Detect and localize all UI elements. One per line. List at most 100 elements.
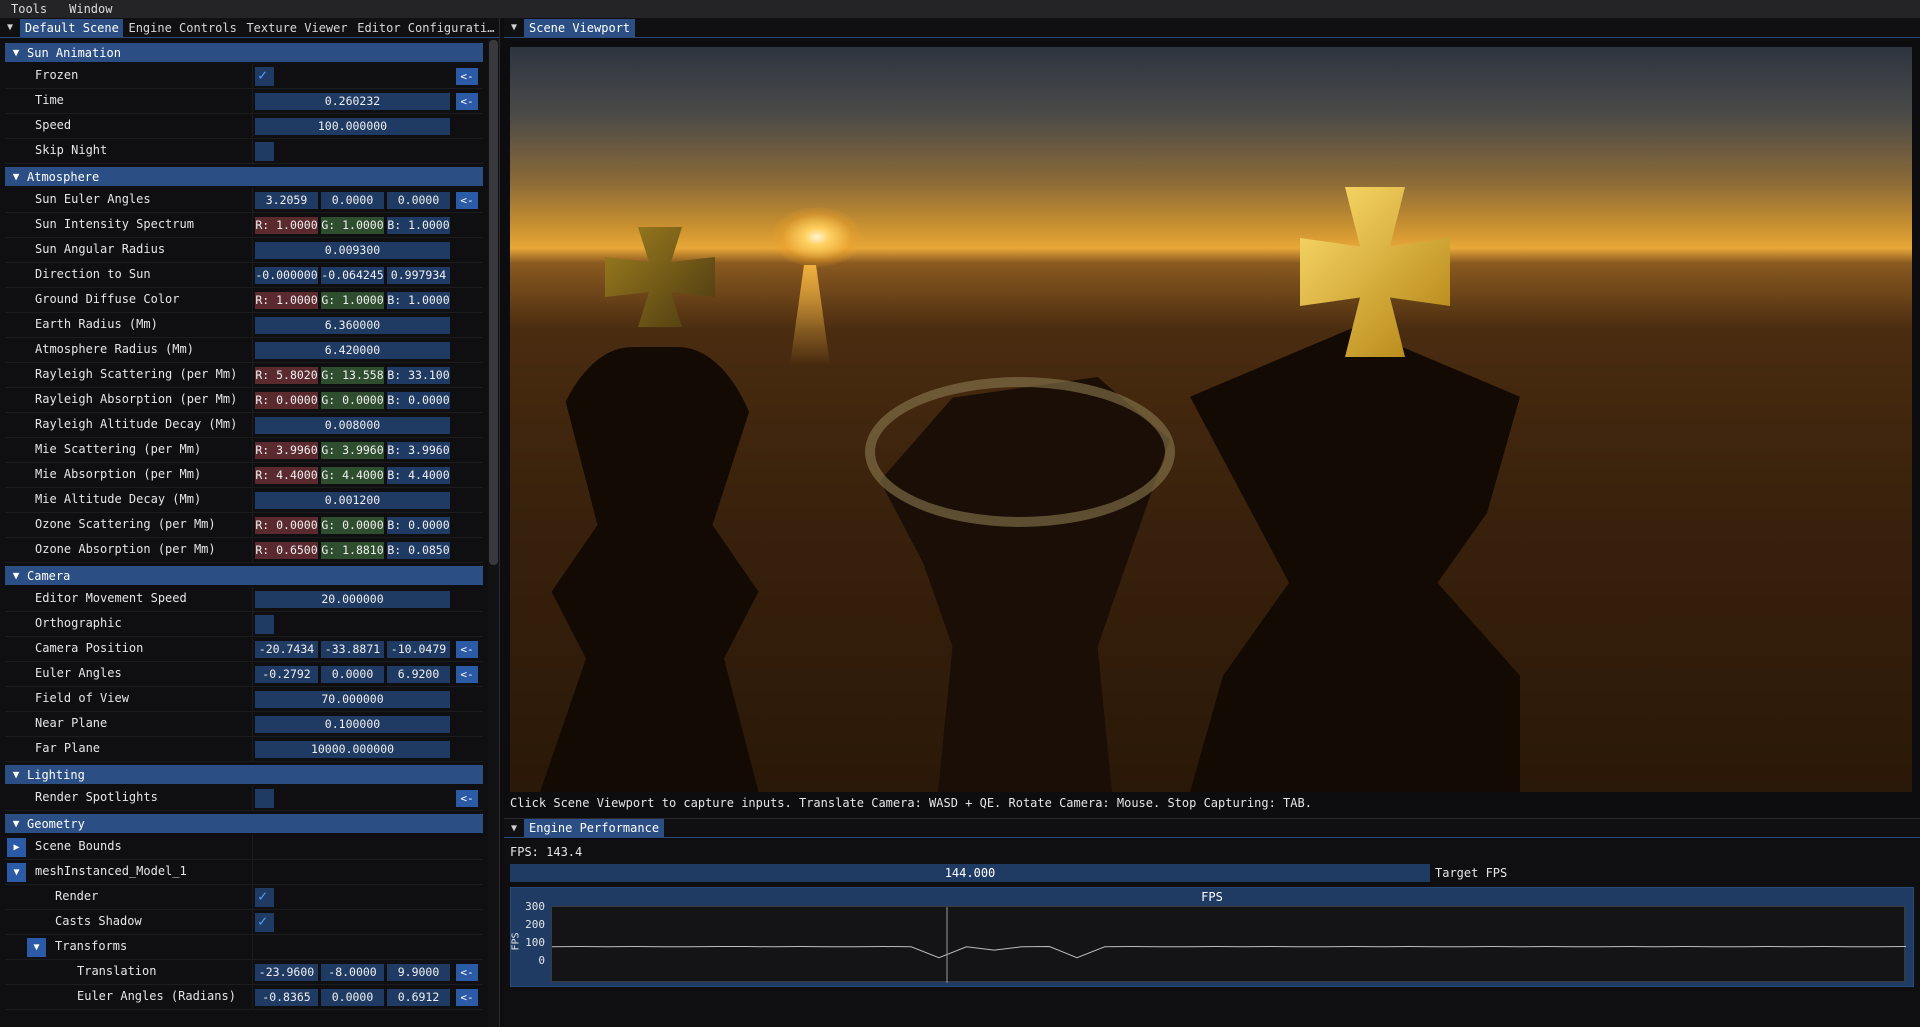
orthographic-checkbox[interactable]	[255, 614, 274, 634]
window-menu-icon[interactable]: ▼	[504, 823, 524, 834]
section-lighting[interactable]: ▼ Lighting	[5, 765, 483, 784]
erad-y-field[interactable]: 0.0000	[321, 988, 384, 1006]
scrollbar-thumb[interactable]	[489, 40, 498, 565]
row-label: Time	[5, 89, 253, 113]
value-field[interactable]: -0.064245	[321, 266, 384, 284]
value-field[interactable]: R: 1.0000	[255, 216, 318, 234]
value-field[interactable]: B: 4.4000	[387, 466, 450, 484]
render-checkbox[interactable]: ✓	[255, 887, 274, 907]
row-label: meshInstanced_Model_1	[5, 860, 253, 884]
movement-speed-field[interactable]: 20.000000	[255, 590, 450, 608]
reset-button[interactable]: <-	[456, 640, 478, 658]
tab-scene-viewport[interactable]: Scene Viewport	[524, 18, 636, 37]
tab-default-scene[interactable]: Default Scene	[19, 18, 124, 37]
menu-window[interactable]: Window	[58, 2, 123, 16]
reset-button[interactable]: <-	[456, 92, 478, 110]
value-field[interactable]: G: 1.8810	[321, 541, 384, 559]
value-field[interactable]: 0.0000	[321, 191, 384, 209]
skip-night-checkbox[interactable]	[255, 141, 274, 161]
fps-graph: FPS FPS 300 200 100 0	[510, 887, 1914, 987]
casts-shadow-checkbox[interactable]: ✓	[255, 912, 274, 932]
menu-tools[interactable]: Tools	[0, 2, 58, 16]
value-field[interactable]: G: 0.0000	[321, 516, 384, 534]
tab-texture-viewer[interactable]: Texture Viewer	[241, 19, 352, 37]
value-field[interactable]: 0.0000	[387, 191, 450, 209]
value-field[interactable]: B: 0.0000	[387, 516, 450, 534]
value-field[interactable]: 0.997934	[387, 266, 450, 284]
value-field[interactable]: G: 1.0000	[321, 216, 384, 234]
value-field[interactable]: 6.420000	[255, 341, 450, 359]
euler-x-field[interactable]: -0.2792	[255, 665, 318, 683]
speed-field[interactable]: 100.000000	[255, 117, 450, 135]
section-atmosphere[interactable]: ▼ Atmosphere	[5, 167, 483, 186]
pos-x-field[interactable]: -20.7434	[255, 640, 318, 658]
value-field[interactable]: R: 4.4000	[255, 466, 318, 484]
row-atmosphere: Ground Diffuse Color R: 1.0000 G: 1.0000 B:…	[5, 288, 483, 313]
row-skip-night: Skip Night	[5, 139, 483, 164]
value-field[interactable]: -0.000000	[255, 266, 318, 284]
fov-field[interactable]: 70.000000	[255, 690, 450, 708]
value-field[interactable]: G: 4.4000	[321, 466, 384, 484]
erad-x-field[interactable]: -0.8365	[255, 988, 318, 1006]
reset-button[interactable]: <-	[456, 191, 478, 209]
reset-button[interactable]: <-	[456, 988, 478, 1006]
section-title: Atmosphere	[27, 169, 100, 184]
value-field[interactable]: B: 33.100	[387, 366, 450, 384]
tab-engine-controls[interactable]: Engine Controls	[123, 19, 241, 37]
pos-z-field[interactable]: -10.0479	[387, 640, 450, 658]
row-mesh-instance: ▼ meshInstanced_Model_1	[5, 860, 483, 885]
value-field[interactable]: G: 3.9960	[321, 441, 384, 459]
value-field[interactable]: G: 1.0000	[321, 291, 384, 309]
value-field[interactable]: 0.009300	[255, 241, 450, 259]
near-plane-field[interactable]: 0.100000	[255, 715, 450, 733]
far-plane-field[interactable]: 10000.000000	[255, 740, 450, 758]
value-field[interactable]: R: 0.0000	[255, 516, 318, 534]
value-field[interactable]: B: 0.0000	[387, 391, 450, 409]
value-field[interactable]: R: 0.0000	[255, 391, 318, 409]
render-spotlights-checkbox[interactable]	[255, 788, 274, 808]
value-field[interactable]: R: 5.8020	[255, 366, 318, 384]
euler-z-field[interactable]: 6.9200	[387, 665, 450, 683]
euler-y-field[interactable]: 0.0000	[321, 665, 384, 683]
value-field[interactable]: 3.2059	[255, 191, 318, 209]
value-field[interactable]: B: 1.0000	[387, 291, 450, 309]
reset-button[interactable]: <-	[456, 665, 478, 683]
reset-button[interactable]: <-	[456, 789, 478, 807]
value-field[interactable]: G: 13.558	[321, 366, 384, 384]
section-sun-animation[interactable]: ▼ Sun Animation	[5, 43, 483, 62]
value-field[interactable]: 6.360000	[255, 316, 450, 334]
value-field[interactable]: R: 3.9960	[255, 441, 318, 459]
row-field-of-view: Field of View 70.000000	[5, 687, 483, 712]
window-menu-icon[interactable]: ▼	[0, 22, 20, 33]
scene-viewport[interactable]	[510, 47, 1912, 792]
trans-x-field[interactable]: -23.9600	[255, 963, 318, 981]
value-field[interactable]: R: 1.0000	[255, 291, 318, 309]
value-field[interactable]: B: 1.0000	[387, 216, 450, 234]
tab-engine-performance[interactable]: Engine Performance	[524, 819, 665, 837]
row-label: Editor Movement Speed	[5, 587, 253, 611]
section-camera[interactable]: ▼ Camera	[5, 566, 483, 585]
value-field[interactable]: R: 0.6500	[255, 541, 318, 559]
window-menu-icon[interactable]: ▼	[504, 22, 524, 33]
collapse-arrow-icon[interactable]: ▼	[7, 862, 26, 882]
properties-tree: ▼ Sun Animation Frozen ✓ <- Time 0.260232…	[5, 40, 483, 1010]
pos-y-field[interactable]: -33.8871	[321, 640, 384, 658]
section-geometry[interactable]: ▼ Geometry	[5, 814, 483, 833]
row-casts-shadow: Casts Shadow ✓	[5, 910, 483, 935]
reset-button[interactable]: <-	[456, 963, 478, 981]
value-field[interactable]: 0.008000	[255, 416, 450, 434]
trans-z-field[interactable]: 9.9000	[387, 963, 450, 981]
target-fps-field[interactable]: 144.000	[510, 864, 1430, 882]
value-field[interactable]: 0.001200	[255, 491, 450, 509]
frozen-checkbox[interactable]: ✓	[255, 66, 274, 86]
collapse-arrow-icon[interactable]: ▼	[27, 937, 46, 957]
value-field[interactable]: B: 0.0850	[387, 541, 450, 559]
reset-button[interactable]: <-	[456, 67, 478, 85]
value-field[interactable]: B: 3.9960	[387, 441, 450, 459]
trans-y-field[interactable]: -8.0000	[321, 963, 384, 981]
time-field[interactable]: 0.260232	[255, 92, 450, 110]
erad-z-field[interactable]: 0.6912	[387, 988, 450, 1006]
expand-arrow-icon[interactable]: ▶	[7, 837, 26, 857]
tab-editor-configuration[interactable]: Editor Configurati…	[352, 19, 499, 37]
value-field[interactable]: G: 0.0000	[321, 391, 384, 409]
